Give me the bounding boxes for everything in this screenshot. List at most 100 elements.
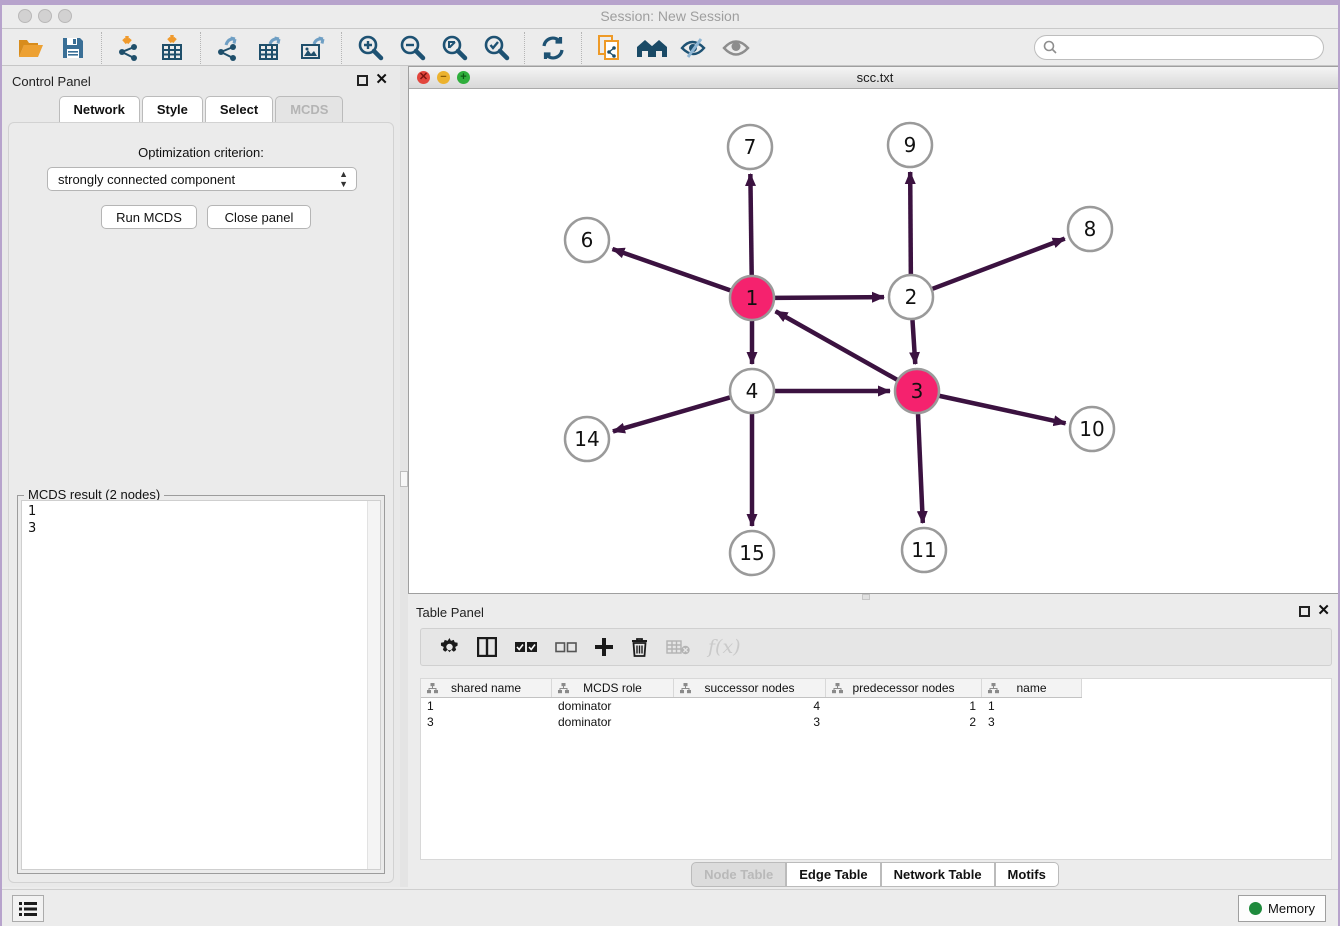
export-network-icon[interactable] [212,33,246,63]
zoom-in-icon[interactable] [353,33,387,63]
node-8[interactable]: 8 [1068,207,1112,251]
column-header-label: successor nodes [704,681,794,695]
edge-3-10[interactable] [939,396,1065,423]
import-table-icon[interactable] [155,33,189,63]
node-14[interactable]: 14 [565,417,609,461]
table-cell[interactable]: 3 [421,714,552,730]
zoom-out-icon[interactable] [395,33,429,63]
run-mcds-label: Run MCDS [116,210,182,225]
node-3[interactable]: 3 [895,369,939,413]
table-cell[interactable]: 3 [982,714,1082,730]
float-panel-icon[interactable] [357,75,368,86]
optimization-criterion-select[interactable]: strongly connected component ▲▼ [47,167,357,191]
node-1[interactable]: 1 [730,276,774,320]
search-icon [1043,40,1058,55]
tab-motifs[interactable]: Motifs [995,862,1059,887]
table-settings-gear-icon[interactable] [440,638,459,657]
node-10[interactable]: 10 [1070,407,1114,451]
close-table-panel-icon[interactable]: ✕ [1317,602,1330,620]
title-bar: Session: New Session [2,5,1338,29]
node-label: 3 [911,379,924,403]
column-header-predecessor-nodes[interactable]: predecessor nodes [826,679,982,697]
tab-style[interactable]: Style [142,96,203,122]
float-table-panel-icon[interactable] [1299,606,1310,617]
refresh-icon[interactable] [536,33,570,63]
run-mcds-button[interactable]: Run MCDS [101,205,197,229]
table-cell[interactable]: dominator [552,714,674,730]
deselect-all-rows-icon[interactable] [555,642,577,653]
hide-selected-icon[interactable] [677,33,711,63]
select-all-rows-icon[interactable] [515,642,537,653]
table-cell[interactable]: 1 [421,698,552,714]
node-table[interactable]: shared nameMCDS role successor nodes prede… [420,678,1332,860]
delete-column-icon[interactable] [631,637,648,657]
column-header-successor-nodes[interactable]: successor nodes [674,679,826,697]
column-header-shared-name[interactable]: shared name [421,679,552,697]
table-cell[interactable]: 1 [982,698,1082,714]
export-table-icon[interactable] [254,33,288,63]
edge-1-6[interactable] [612,249,730,290]
column-header-MCDS-role[interactable]: MCDS role [552,679,674,697]
network-window-titlebar[interactable]: ✕ − + scc.txt [409,67,1340,89]
column-type-icon [832,683,843,694]
node-6[interactable]: 6 [565,218,609,262]
edge-1-7[interactable] [750,174,751,275]
table-cell[interactable]: 2 [826,714,982,730]
export-image-icon[interactable] [296,33,330,63]
table-panel-title: Table Panel [416,605,484,620]
search-input[interactable] [1034,35,1324,60]
open-session-icon[interactable] [14,33,48,63]
vertical-splitter[interactable] [400,66,408,887]
edge-3-11[interactable] [918,414,923,523]
zoom-fit-icon[interactable] [437,33,471,63]
node-4[interactable]: 4 [730,369,774,413]
mcds-result-textarea[interactable]: 13 [21,500,381,870]
table-row[interactable]: 1dominator411 [421,698,1331,714]
table-cell[interactable]: 1 [826,698,982,714]
edge-2-9[interactable] [910,172,911,274]
tab-edge-table[interactable]: Edge Table [786,862,880,887]
close-panel-button[interactable]: Close panel [207,205,311,229]
mcds-result-scrollbar[interactable] [367,501,380,869]
node-label: 10 [1079,417,1104,441]
clone-network-icon[interactable] [593,33,627,63]
table-row[interactable]: 3dominator323 [421,714,1331,730]
table-cell[interactable]: 3 [674,714,826,730]
edge-4-14[interactable] [613,397,730,431]
tab-node-table[interactable]: Node Table [691,862,786,887]
import-network-icon[interactable] [113,33,147,63]
table-cell[interactable]: dominator [552,698,674,714]
node-9[interactable]: 9 [888,123,932,167]
column-visibility-icon[interactable] [477,637,497,657]
column-type-icon [680,683,691,694]
zoom-selected-icon[interactable] [479,33,513,63]
node-2[interactable]: 2 [889,275,933,319]
node-15[interactable]: 15 [730,531,774,575]
application-window: Session: New Session [0,0,1340,926]
edge-2-8[interactable] [933,239,1065,289]
node-label: 11 [911,538,936,562]
tab-select[interactable]: Select [205,96,273,122]
node-7[interactable]: 7 [728,125,772,169]
show-all-icon[interactable] [719,33,753,63]
table-cell[interactable]: 4 [674,698,826,714]
tab-network[interactable]: Network [59,96,140,122]
network-window-title: scc.txt [409,70,1340,85]
edge-3-1[interactable] [776,311,897,379]
node-11[interactable]: 11 [902,528,946,572]
save-session-icon[interactable] [56,33,90,63]
add-column-icon[interactable] [595,638,613,656]
node-label: 1 [746,286,759,310]
control-panel-title: Control Panel [12,74,91,89]
task-history-button[interactable] [12,895,44,922]
first-neighbors-icon[interactable] [635,33,669,63]
close-panel-icon[interactable]: ✕ [375,71,388,89]
column-header-name[interactable]: name [982,679,1082,697]
edge-2-3[interactable] [912,320,915,364]
tab-network-table[interactable]: Network Table [881,862,995,887]
memory-button[interactable]: Memory [1238,895,1326,922]
edge-1-2[interactable] [775,297,884,298]
splitter-grip[interactable] [400,471,408,487]
network-canvas[interactable]: 7 9 6 8 1 2 4 3 14 10 15 11 [409,89,1340,593]
tab-mcds[interactable]: MCDS [275,96,343,122]
